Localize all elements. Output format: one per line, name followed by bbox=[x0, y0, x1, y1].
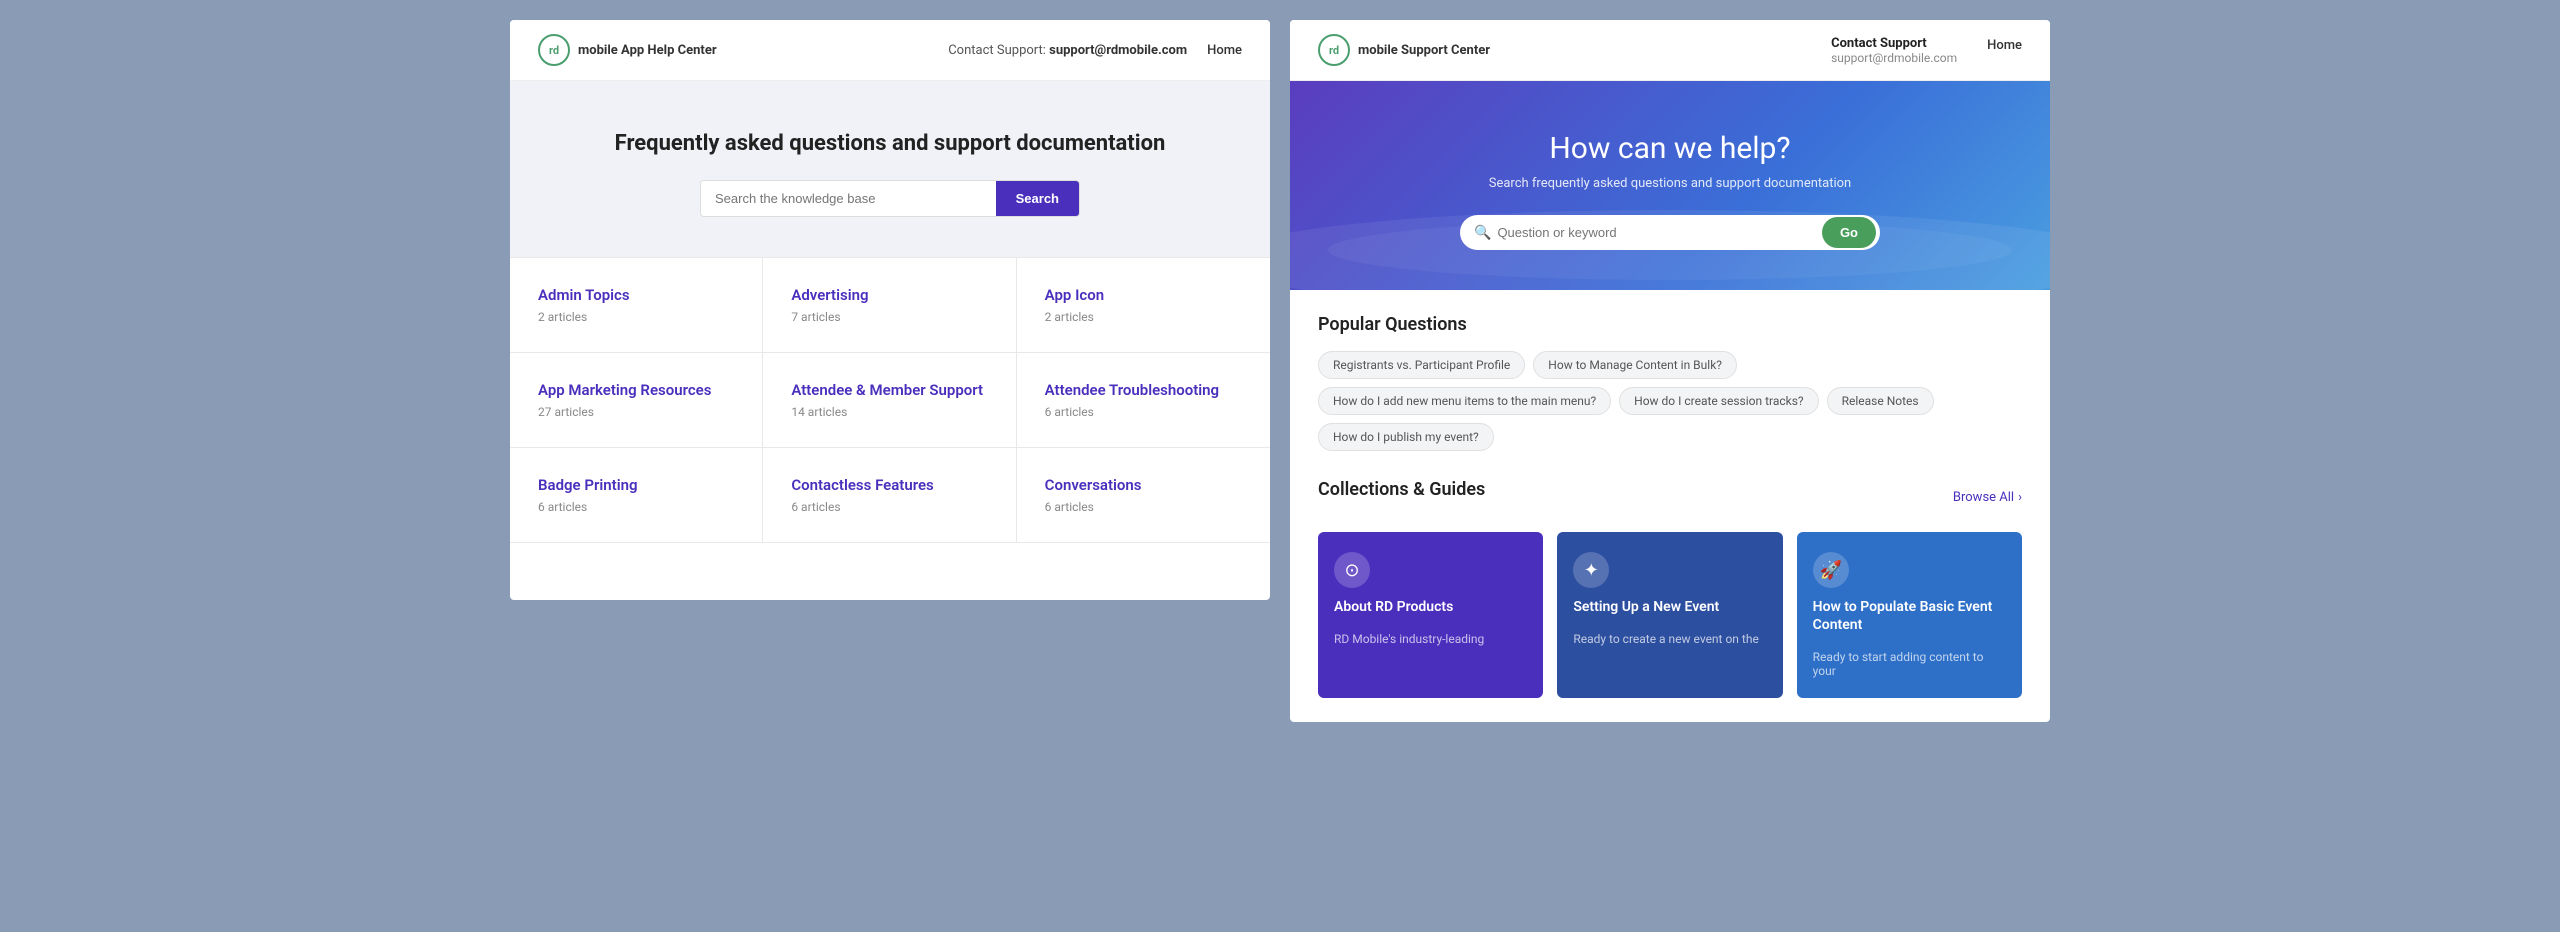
right-search-button[interactable]: Go bbox=[1822, 217, 1876, 248]
category-attendee-member[interactable]: Attendee & Member Support 14 articles bbox=[763, 353, 1016, 448]
category-name: App Icon bbox=[1045, 286, 1242, 304]
right-search-input[interactable] bbox=[1497, 217, 1822, 248]
right-hero-subtitle: Search frequently asked questions and su… bbox=[1318, 176, 2022, 191]
category-badge-printing[interactable]: Badge Printing 6 articles bbox=[510, 448, 763, 543]
collection-card-about[interactable]: ⊙ About RD Products RD Mobile's industry… bbox=[1318, 532, 1543, 698]
contact-support-text: Contact Support: support@rdmobile.com bbox=[948, 43, 1187, 58]
search-button[interactable]: Search bbox=[996, 181, 1079, 216]
search-input[interactable] bbox=[701, 181, 996, 216]
category-count: 6 articles bbox=[538, 500, 734, 514]
category-contactless[interactable]: Contactless Features 6 articles bbox=[763, 448, 1016, 543]
collection-card-setup[interactable]: ✦ Setting Up a New Event Ready to create… bbox=[1557, 532, 1782, 698]
contact-label: Contact Support bbox=[1831, 36, 1957, 51]
category-name: Admin Topics bbox=[538, 286, 734, 304]
popular-tags: Registrants vs. Participant Profile How … bbox=[1318, 351, 2022, 451]
collections-header: Collections & Guides Browse All › bbox=[1318, 479, 2022, 516]
category-admin-topics[interactable]: Admin Topics 2 articles bbox=[510, 258, 763, 353]
category-attendee-troubleshooting[interactable]: Attendee Troubleshooting 6 articles bbox=[1017, 353, 1270, 448]
category-name: Attendee Troubleshooting bbox=[1045, 381, 1242, 399]
setup-event-icon: ✦ bbox=[1573, 552, 1609, 588]
browse-all-link[interactable]: Browse All › bbox=[1953, 490, 2022, 505]
category-advertising[interactable]: Advertising 7 articles bbox=[763, 258, 1016, 353]
hero-title: Frequently asked questions and support d… bbox=[530, 131, 1250, 156]
category-name: Badge Printing bbox=[538, 476, 734, 494]
right-logo-text: mobile Support Center bbox=[1358, 43, 1490, 58]
contact-block: Contact Support support@rdmobile.com bbox=[1831, 36, 1957, 65]
collections-section: Collections & Guides Browse All › ⊙ Abou… bbox=[1318, 479, 2022, 698]
left-panel: rd mobile App Help Center Contact Suppor… bbox=[510, 20, 1270, 600]
right-hero: How can we help? Search frequently asked… bbox=[1290, 81, 2050, 290]
logo-circle-right: rd bbox=[1318, 34, 1350, 66]
chevron-right-icon: › bbox=[2018, 490, 2022, 505]
popular-questions-section: Popular Questions Registrants vs. Partic… bbox=[1318, 314, 2022, 451]
search-icon: 🔍 bbox=[1474, 225, 1491, 241]
category-count: 2 articles bbox=[538, 310, 734, 324]
card-desc-about: RD Mobile's industry-leading bbox=[1334, 632, 1527, 646]
popular-questions-title: Popular Questions bbox=[1318, 314, 2022, 335]
right-logo: rd mobile Support Center bbox=[1318, 34, 1490, 66]
card-title-setup: Setting Up a New Event bbox=[1573, 598, 1766, 616]
right-panel: rd mobile Support Center Contact Support… bbox=[1290, 20, 2050, 722]
category-count: 6 articles bbox=[1045, 405, 1242, 419]
category-count: 14 articles bbox=[791, 405, 987, 419]
category-count: 6 articles bbox=[791, 500, 987, 514]
category-count: 27 articles bbox=[538, 405, 734, 419]
category-name: Advertising bbox=[791, 286, 987, 304]
tag-publish-event[interactable]: How do I publish my event? bbox=[1318, 423, 1494, 451]
home-link[interactable]: Home bbox=[1207, 43, 1242, 58]
left-hero: Frequently asked questions and support d… bbox=[510, 81, 1270, 257]
card-desc-setup: Ready to create a new event on the bbox=[1573, 632, 1766, 646]
about-products-icon: ⊙ bbox=[1334, 552, 1370, 588]
category-name: Conversations bbox=[1045, 476, 1242, 494]
left-logo: rd mobile App Help Center bbox=[538, 34, 717, 66]
tag-menu-items[interactable]: How do I add new menu items to the main … bbox=[1318, 387, 1611, 415]
category-count: 7 articles bbox=[791, 310, 987, 324]
right-search-bar: 🔍 Go bbox=[1460, 215, 1880, 250]
tag-session-tracks[interactable]: How do I create session tracks? bbox=[1619, 387, 1818, 415]
tag-release-notes[interactable]: Release Notes bbox=[1827, 387, 1934, 415]
logo-circle: rd bbox=[538, 34, 570, 66]
right-content: Popular Questions Registrants vs. Partic… bbox=[1290, 290, 2050, 722]
category-count: 6 articles bbox=[1045, 500, 1242, 514]
collections-cards: ⊙ About RD Products RD Mobile's industry… bbox=[1318, 532, 2022, 698]
right-nav: Contact Support support@rdmobile.com Hom… bbox=[1831, 36, 2022, 65]
left-header: rd mobile App Help Center Contact Suppor… bbox=[510, 20, 1270, 81]
left-nav: Contact Support: support@rdmobile.com Ho… bbox=[948, 43, 1242, 58]
category-conversations[interactable]: Conversations 6 articles bbox=[1017, 448, 1270, 543]
category-app-icon[interactable]: App Icon 2 articles bbox=[1017, 258, 1270, 353]
category-app-marketing[interactable]: App Marketing Resources 27 articles bbox=[510, 353, 763, 448]
right-header: rd mobile Support Center Contact Support… bbox=[1290, 20, 2050, 81]
right-home-link[interactable]: Home bbox=[1987, 36, 2022, 53]
logo-text: mobile App Help Center bbox=[578, 43, 717, 58]
category-name: Contactless Features bbox=[791, 476, 987, 494]
right-hero-title: How can we help? bbox=[1318, 131, 2022, 166]
category-grid: Admin Topics 2 articles Advertising 7 ar… bbox=[510, 257, 1270, 543]
collections-title: Collections & Guides bbox=[1318, 479, 1485, 500]
contact-email: support@rdmobile.com bbox=[1831, 51, 1957, 65]
category-name: Attendee & Member Support bbox=[791, 381, 987, 399]
tag-registrants[interactable]: Registrants vs. Participant Profile bbox=[1318, 351, 1525, 379]
category-count: 2 articles bbox=[1045, 310, 1242, 324]
card-desc-populate: Ready to start adding content to your bbox=[1813, 650, 2006, 678]
collection-card-populate[interactable]: 🚀 How to Populate Basic Event Content Re… bbox=[1797, 532, 2022, 698]
populate-content-icon: 🚀 bbox=[1813, 552, 1849, 588]
card-title-about: About RD Products bbox=[1334, 598, 1527, 616]
category-name: App Marketing Resources bbox=[538, 381, 734, 399]
tag-manage-content[interactable]: How to Manage Content in Bulk? bbox=[1533, 351, 1737, 379]
card-title-populate: How to Populate Basic Event Content bbox=[1813, 598, 2006, 634]
left-search-bar: Search bbox=[700, 180, 1080, 217]
